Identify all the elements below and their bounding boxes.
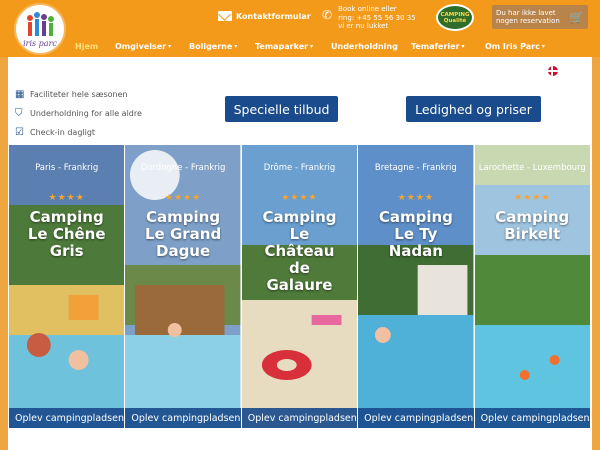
camping-qualite-badge: CAMPING Qualité (436, 4, 474, 31)
card-cta[interactable]: Oplev campingpladsen (241, 408, 358, 428)
feature-item: ▦ Faciliteter hele sæsonen (15, 85, 142, 104)
nav-item-boligerne[interactable]: Boligerne ▾ (189, 42, 255, 51)
card-cta[interactable]: Oplev campingpladsen (358, 408, 474, 428)
card-title-line: Le Ty (394, 225, 438, 243)
card-title: Camping Le Château de Galaure (242, 209, 357, 294)
badge-line: Qualité (443, 17, 467, 24)
danish-flag-icon (548, 66, 558, 76)
campsite-cards: Paris - Frankrig ★★★★ Camping Le Chêne G… (9, 145, 591, 428)
campsite-card[interactable]: Paris - Frankrig ★★★★ Camping Le Chêne G… (9, 145, 126, 428)
feature-label: Check-in dagligt (30, 128, 96, 137)
card-title-line: Le Grand (144, 225, 222, 243)
campsite-card[interactable]: Larochette - Luxembourg ★★★★ Camping Bir… (474, 145, 591, 428)
card-title: Camping Le Grand Dague (125, 209, 240, 260)
phone-info: ✆ Book online eller ring: +45 55 56 30 3… (322, 5, 416, 31)
language-selector[interactable] (548, 66, 558, 76)
badge-icon: ⛉ (15, 107, 23, 119)
campsite-card[interactable]: Dordogne - Frankrig ★★★★ Camping Le Gran… (125, 145, 242, 428)
card-region: Bretagne - Frankrig (374, 163, 457, 173)
card-title: Camping Birkelt (475, 209, 590, 243)
card-title: Camping Le Ty Nadan (358, 209, 473, 260)
feature-item: ⛉ Underholdning for alle aldre (15, 104, 142, 123)
feature-list: ▦ Faciliteter hele sæsonen ⛉ Underholdni… (15, 85, 142, 142)
nav-item-underholdning[interactable]: Underholdning (331, 42, 411, 51)
phone-line: vi er nu lukket (338, 22, 389, 30)
card-title-line: Camping (29, 208, 104, 226)
card-cta[interactable]: Oplev campingpladsen (474, 408, 590, 428)
nav-label: Om Iris Parc (485, 41, 540, 51)
campsite-photo (9, 145, 125, 428)
nav-item-temaparker[interactable]: Temaparker ▾ (255, 42, 331, 51)
card-title-line: Galaure (266, 276, 333, 294)
contact-form-link[interactable]: Kontaktformular (218, 11, 311, 21)
nav-label: Omgivelser (115, 41, 167, 51)
phone-line: Book online eller (338, 5, 397, 13)
card-title: Camping Le Chêne Gris (9, 209, 124, 260)
logo-text: iris parc (23, 39, 57, 48)
calendar-icon: ▦ (15, 88, 25, 100)
card-title-line: Camping (378, 208, 453, 226)
nav-item-hjem[interactable]: Hjem (75, 42, 115, 51)
feature-label: Faciliteter hele sæsonen (30, 90, 128, 99)
reservation-line: nogen reservation (496, 17, 560, 25)
card-region: Larochette - Luxembourg (478, 163, 586, 173)
card-title-line: Birkelt (504, 225, 561, 243)
card-title-line: Nadan (388, 242, 443, 260)
card-title-line: Camping (262, 208, 337, 226)
card-region: Dordogne - Frankrig (140, 163, 226, 173)
card-title-line: Château (264, 242, 335, 260)
star-rating: ★★★★ (514, 193, 551, 203)
campsite-photo (358, 145, 474, 428)
card-title-line: Le (289, 225, 310, 243)
check-icon: ☑ (15, 126, 24, 138)
star-rating: ★★★★ (281, 193, 318, 203)
card-title-line: Le Chêne (27, 225, 106, 243)
card-title-line: de (289, 259, 310, 277)
chevron-down-icon: ▾ (234, 42, 238, 50)
phone-icon: ✆ (322, 8, 333, 22)
main-nav: Hjem Omgivelser ▾ Boligerne ▾ Temaparker ▾ … (0, 35, 600, 57)
badge-line: CAMPING (440, 11, 470, 18)
cart-icon: 🛒 (569, 10, 584, 24)
availability-prices-button[interactable]: Ledighed og priser (406, 96, 541, 122)
star-rating: ★★★★ (397, 193, 434, 203)
card-region: Drôme - Frankrig (263, 163, 336, 173)
feature-label: Underholdning for alle aldre (30, 109, 142, 118)
mail-icon (218, 11, 232, 21)
reservation-line: Du har ikke lavet (496, 9, 556, 17)
card-title-line: Dague (156, 242, 211, 260)
nav-item-temaferier[interactable]: Temaferier ▾ (411, 42, 485, 51)
card-title-line: Camping (495, 208, 570, 226)
campsite-card[interactable]: Bretagne - Frankrig ★★★★ Camping Le Ty N… (358, 145, 475, 428)
card-cta[interactable]: Oplev campingpladsen (9, 408, 125, 428)
card-cta[interactable]: Oplev campingpladsen (125, 408, 241, 428)
star-rating: ★★★★ (164, 193, 202, 203)
nav-label: Boligerne (189, 41, 233, 51)
campsite-card[interactable]: Drôme - Frankrig ★★★★ Camping Le Château… (241, 145, 359, 428)
contact-label: Kontaktformular (236, 11, 311, 21)
chevron-down-icon: ▾ (168, 42, 172, 50)
card-region: Paris - Frankrig (35, 163, 99, 173)
campsite-photo (474, 145, 590, 428)
nav-item-omgivelser[interactable]: Omgivelser ▾ (115, 42, 189, 51)
phone-line: ring: +45 55 56 30 35 (338, 13, 416, 22)
nav-item-om-iris-parc[interactable]: Om Iris Parc ▾ (485, 42, 565, 51)
chevron-down-icon: ▾ (310, 42, 314, 50)
reservation-cart[interactable]: Du har ikke lavet nogen reservation 🛒 (492, 5, 588, 29)
nav-label: Temaparker (255, 41, 309, 51)
chevron-down-icon: ▾ (461, 42, 465, 50)
card-title-line: Camping (146, 208, 221, 226)
feature-item: ☑ Check-in dagligt (15, 123, 142, 142)
nav-label: Underholdning (331, 41, 398, 51)
campsite-photo (125, 145, 241, 428)
card-title-line: Gris (49, 242, 84, 260)
nav-label: Hjem (75, 41, 99, 51)
star-rating: ★★★★ (48, 193, 85, 203)
special-offers-button[interactable]: Specielle tilbud (225, 96, 338, 122)
logo[interactable]: iris parc (14, 3, 66, 55)
chevron-down-icon: ▾ (541, 42, 545, 50)
nav-label: Temaferier (411, 41, 460, 51)
